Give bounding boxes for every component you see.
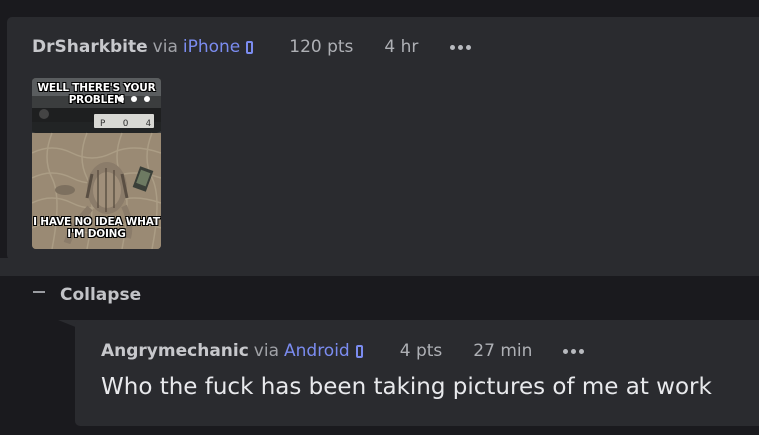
reply-via: via bbox=[253, 341, 279, 361]
meme-caption-top: WELL THERE'S YOUR PROBLEM bbox=[37, 82, 156, 106]
phone-icon bbox=[246, 40, 254, 54]
reply-meta: Angrymechanic via Android 4 pts 27 min bbox=[101, 339, 585, 363]
post-meta: DrSharkbite via iPhone 120 pts 4 hr bbox=[32, 35, 472, 59]
post-image[interactable]: WELL THERE'S YOUR PROBLEM P O 4 I HAVE N… bbox=[32, 78, 161, 249]
collapse-toggle[interactable]: Collapse bbox=[33, 285, 141, 305]
meme-plate-text: P O 4 bbox=[100, 119, 158, 129]
reply-points: 4 pts bbox=[399, 341, 443, 361]
comment-thread: DrSharkbite via iPhone 120 pts 4 hr WELL… bbox=[0, 0, 759, 435]
post-time[interactable]: 4 hr bbox=[384, 37, 418, 57]
reply-body: Who the fuck has been taking pictures of… bbox=[101, 374, 712, 400]
reply-platform[interactable]: Android bbox=[284, 341, 350, 361]
reply-time[interactable]: 27 min bbox=[473, 341, 532, 361]
meme-caption-bottom: I HAVE NO IDEA WHAT I'M DOING bbox=[33, 216, 160, 240]
post-points: 120 pts bbox=[289, 37, 354, 57]
post-author[interactable]: DrSharkbite bbox=[32, 37, 148, 57]
image-overlay-dots bbox=[118, 96, 150, 102]
minus-icon bbox=[33, 291, 45, 293]
collapse-label: Collapse bbox=[60, 285, 142, 305]
phone-icon bbox=[355, 344, 363, 358]
post-card-extension bbox=[0, 258, 759, 276]
ellipsis-icon[interactable] bbox=[563, 348, 585, 354]
reply-author[interactable]: Angrymechanic bbox=[101, 341, 249, 361]
post-platform[interactable]: iPhone bbox=[183, 37, 240, 57]
reply-card bbox=[75, 320, 759, 426]
post-via: via bbox=[152, 37, 178, 57]
ellipsis-icon[interactable] bbox=[450, 44, 472, 50]
